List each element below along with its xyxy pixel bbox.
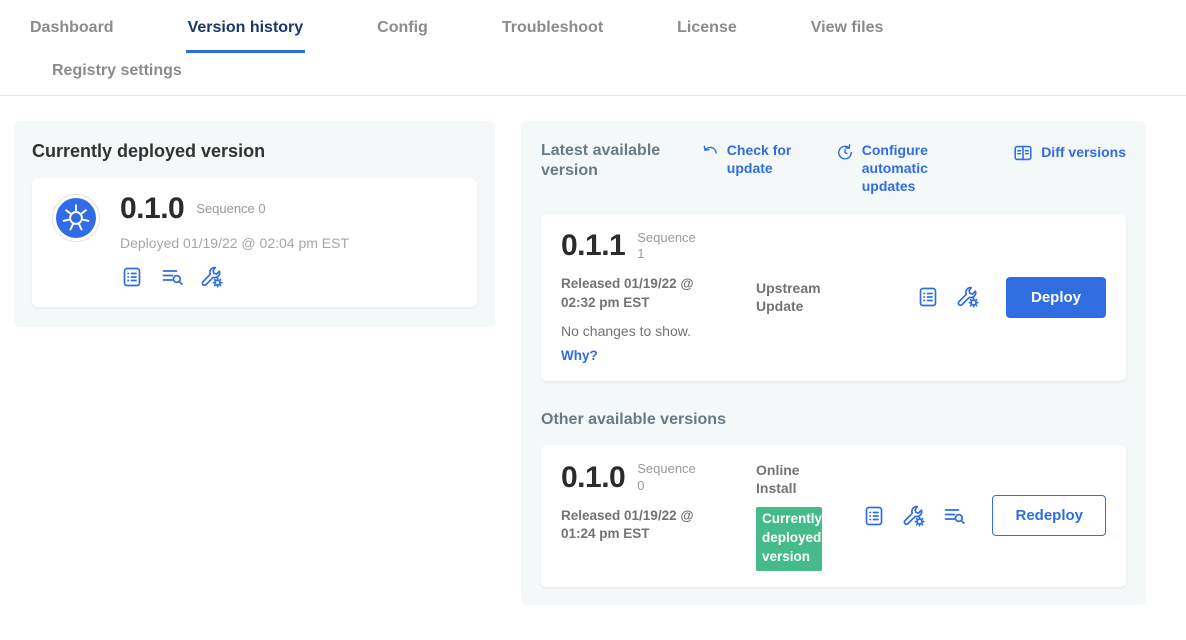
latest-version-card: 0.1.1 Sequence 1 Released 01/19/22 @ 02:… [541,214,1126,381]
other-card-actions: Redeploy [862,495,1106,536]
other-version-number: 0.1.0 [561,463,625,493]
release-notes-icon[interactable] [862,504,886,528]
deployed-panel-title: Currently deployed version [32,141,477,162]
deployed-version-card: 0.1.0 Sequence 0 Deployed 01/19/22 @ 02:… [32,178,477,307]
other-sequence-label: Sequence 0 [637,461,701,495]
main-nav: Dashboard Version history Config Trouble… [0,0,1186,53]
config-icon[interactable] [956,285,980,309]
deploy-button[interactable]: Deploy [1006,277,1106,318]
check-for-update-label: Check for update [727,141,793,177]
deployed-card-icon-row [120,265,349,289]
why-link[interactable]: Why? [561,348,598,363]
app-header: Dashboard Version history Config Trouble… [0,0,1186,96]
latest-source-block: Upstream Update [756,279,852,315]
check-for-update-link[interactable]: Check for update [700,141,793,177]
secondary-nav: Registry settings [0,53,1186,95]
available-versions-panel: Latest available version Check for updat… [521,121,1146,605]
currently-deployed-panel: Currently deployed version [14,121,495,327]
release-notes-icon[interactable] [916,285,940,309]
config-icon[interactable] [902,504,926,528]
redeploy-button[interactable]: Redeploy [992,495,1106,536]
deployed-sequence-label: Sequence 0 [196,201,265,218]
diff-versions-link[interactable]: Diff versions [1012,141,1126,164]
configure-automatic-updates-label: Configure automatic updates [862,141,970,196]
latest-card-icon-row [916,285,980,309]
diff-versions-label: Diff versions [1041,143,1126,161]
version-history-page: Currently deployed version [0,96,1186,605]
available-panel-header: Latest available version Check for updat… [541,141,1126,196]
tab-troubleshoot[interactable]: Troubleshoot [500,0,605,53]
tab-dashboard[interactable]: Dashboard [28,0,116,53]
kubernetes-logo-icon [52,194,100,242]
tab-version-history[interactable]: Version history [186,0,306,53]
release-notes-icon[interactable] [120,265,144,289]
deployed-timestamp: Deployed 01/19/22 @ 02:04 pm EST [120,235,349,251]
other-source-block: Online Install Currently deployed versio… [756,461,852,571]
latest-released-timestamp: Released 01/19/22 @ 02:32 pm EST [561,275,713,311]
diff-columns-icon [1012,142,1034,164]
refresh-arrow-icon [700,142,720,177]
auto-update-clock-icon [835,142,855,196]
latest-sequence-label: Sequence 1 [637,230,701,264]
currently-deployed-badge: Currently deployed version [756,507,822,570]
other-version-block: 0.1.0 Sequence 0 Released 01/19/22 @ 01:… [561,461,756,543]
other-card-icon-row [862,504,966,528]
other-released-timestamp: Released 01/19/22 @ 01:24 pm EST [561,507,713,543]
latest-source-label: Upstream Update [756,279,832,315]
deployed-version-number: 0.1.0 [120,194,184,224]
no-changes-text: No changes to show. [561,323,756,339]
available-panel-title: Latest available version [541,141,674,181]
other-version-card: 0.1.0 Sequence 0 Released 01/19/22 @ 01:… [541,445,1126,587]
deployed-card-body: 0.1.0 Sequence 0 Deployed 01/19/22 @ 02:… [120,194,349,289]
latest-version-number: 0.1.1 [561,231,625,261]
latest-version-block: 0.1.1 Sequence 1 Released 01/19/22 @ 02:… [561,230,756,365]
configure-automatic-updates-link[interactable]: Configure automatic updates [835,141,970,196]
config-icon[interactable] [200,265,224,289]
latest-card-actions: Deploy [916,277,1106,318]
tab-registry-settings[interactable]: Registry settings [50,53,184,95]
tab-config[interactable]: Config [375,0,430,53]
deploy-logs-icon[interactable] [942,504,966,528]
deploy-logs-icon[interactable] [160,265,184,289]
tab-view-files[interactable]: View files [809,0,886,53]
tab-license[interactable]: License [675,0,739,53]
other-versions-title: Other available versions [541,411,1126,429]
other-source-label: Online Install [756,461,832,497]
